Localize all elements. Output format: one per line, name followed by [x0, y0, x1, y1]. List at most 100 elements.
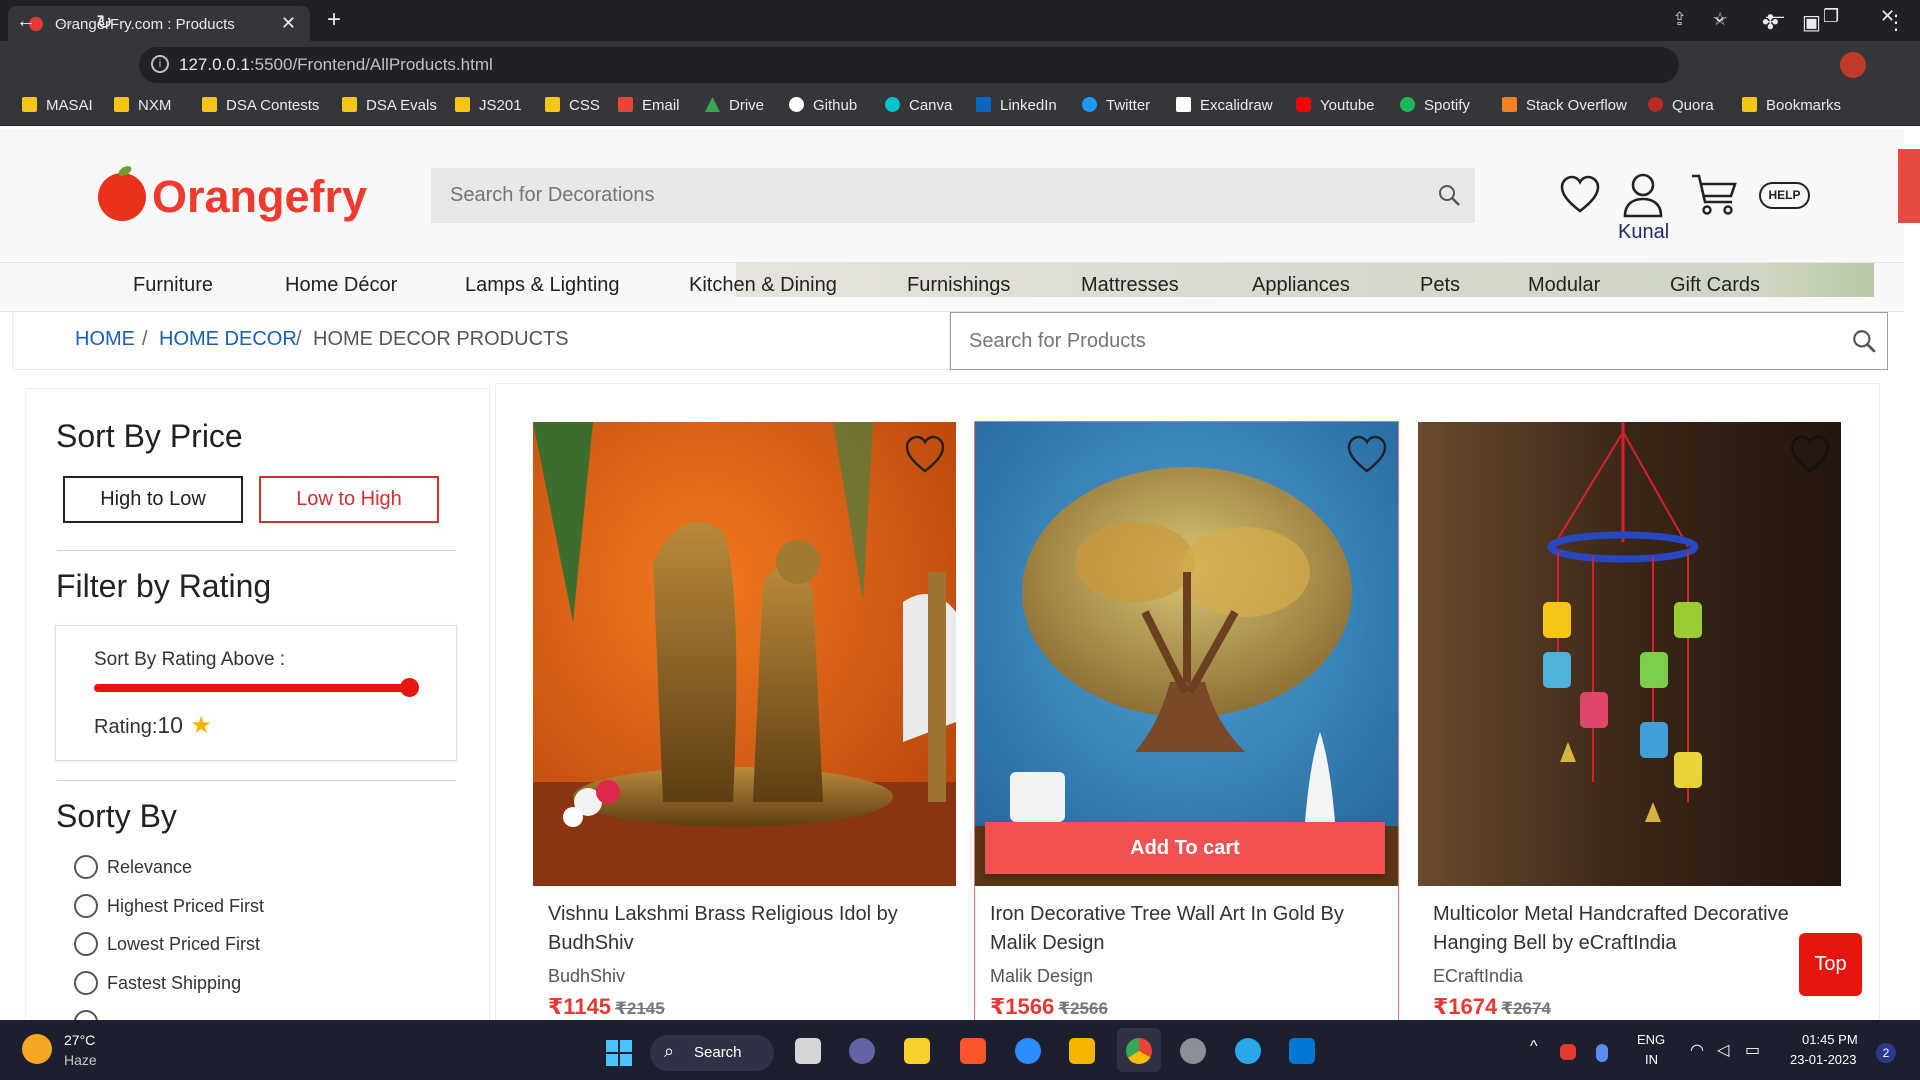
- rating-slider[interactable]: [94, 684, 411, 692]
- nav-furniture[interactable]: Furniture: [133, 274, 213, 297]
- battery-icon[interactable]: ▭: [1745, 1040, 1760, 1060]
- wishlist-heart-icon[interactable]: [1346, 434, 1388, 474]
- nav-home-decor[interactable]: Home Décor: [285, 274, 397, 297]
- bookmark-js201[interactable]: JS201: [455, 97, 522, 117]
- sort-option-fastest-shipping[interactable]: Fastest Shipping: [74, 971, 241, 997]
- product-card[interactable]: Iron Decorative Tree Wall Art In Gold By…: [974, 421, 1399, 1063]
- product-image[interactable]: [975, 422, 1398, 886]
- bookmark-dsa-contests[interactable]: DSA Contests: [202, 97, 319, 117]
- site-info-icon[interactable]: i: [151, 55, 169, 73]
- product-title[interactable]: Multicolor Metal Handcrafted Decorative …: [1433, 900, 1828, 958]
- new-tab-icon[interactable]: +: [327, 6, 341, 34]
- sort-option-highest-priced[interactable]: Highest Priced First: [74, 894, 264, 920]
- telegram-icon[interactable]: [1235, 1038, 1261, 1064]
- tray-app-icon[interactable]: [1560, 1044, 1576, 1060]
- radio-button[interactable]: [74, 894, 98, 918]
- add-to-cart-button[interactable]: Add To cart: [985, 822, 1385, 874]
- weather-icon[interactable]: [22, 1034, 52, 1064]
- nav-kitchen-dining[interactable]: Kitchen & Dining: [689, 274, 837, 297]
- bookmark-canva[interactable]: Canva: [885, 97, 952, 117]
- bookmark-twitter[interactable]: Twitter: [1082, 97, 1150, 117]
- orange-logo-icon[interactable]: [98, 173, 146, 221]
- breadcrumb-home[interactable]: HOME: [75, 328, 135, 351]
- rating-slider-thumb[interactable]: [400, 678, 419, 697]
- file-explorer-icon[interactable]: [1069, 1038, 1095, 1064]
- user-profile-icon[interactable]: [1622, 172, 1664, 218]
- bookmark-spotify[interactable]: Spotify: [1400, 97, 1470, 117]
- weather-condition[interactable]: Haze: [64, 1052, 97, 1068]
- bookmark-css[interactable]: CSS: [545, 97, 600, 117]
- sort-option-relevance[interactable]: Relevance: [74, 855, 192, 881]
- nav-appliances[interactable]: Appliances: [1252, 274, 1350, 297]
- high-to-low-button[interactable]: High to Low: [63, 476, 243, 523]
- vscode-icon[interactable]: [1289, 1038, 1315, 1064]
- wifi-icon[interactable]: ◠: [1690, 1040, 1704, 1060]
- nav-lamps-lighting[interactable]: Lamps & Lighting: [465, 274, 620, 297]
- profile-avatar[interactable]: [1840, 52, 1866, 78]
- bookmark-email[interactable]: Email: [618, 97, 680, 117]
- microphone-icon[interactable]: [1596, 1044, 1608, 1062]
- bookmark-stackoverflow[interactable]: Stack Overflow: [1502, 97, 1627, 117]
- bookmark-dsa-evals[interactable]: DSA Evals: [342, 97, 437, 117]
- region-code[interactable]: IN: [1645, 1052, 1658, 1067]
- product-card[interactable]: Multicolor Metal Handcrafted Decorative …: [1418, 422, 1841, 1062]
- zoom-icon[interactable]: [1015, 1038, 1041, 1064]
- clock-date[interactable]: 23-01-2023: [1790, 1052, 1857, 1067]
- back-icon[interactable]: ←: [16, 10, 36, 33]
- back-to-top-button[interactable]: Top: [1799, 933, 1862, 996]
- product-card[interactable]: Vishnu Lakshmi Brass Religious Idol by B…: [533, 422, 956, 1062]
- tray-overflow-icon[interactable]: ^: [1530, 1038, 1538, 1056]
- menu-icon[interactable]: ⋮: [1886, 10, 1906, 35]
- nav-modular[interactable]: Modular: [1528, 274, 1600, 297]
- bookmark-youtube[interactable]: Youtube: [1296, 97, 1375, 117]
- site-logo[interactable]: Orangefry: [152, 171, 367, 223]
- search-icon[interactable]: [1851, 328, 1877, 354]
- product-title[interactable]: Iron Decorative Tree Wall Art In Gold By…: [990, 900, 1385, 958]
- nav-pets[interactable]: Pets: [1420, 274, 1460, 297]
- main-search-input[interactable]: [431, 168, 1411, 223]
- windows-start-icon[interactable]: [605, 1039, 633, 1067]
- help-button[interactable]: HELP: [1759, 182, 1810, 209]
- language-code[interactable]: ENG: [1637, 1032, 1665, 1047]
- side-panel-icon[interactable]: ▣: [1802, 10, 1821, 35]
- sort-option-lowest-priced[interactable]: Lowest Priced First: [74, 932, 260, 958]
- search-icon[interactable]: [1437, 183, 1461, 207]
- bookmark-drive[interactable]: Drive: [705, 97, 764, 117]
- bookmark-quora[interactable]: Quora: [1648, 97, 1714, 117]
- forward-icon[interactable]: →: [56, 10, 76, 33]
- bookmark-nxm[interactable]: NXM: [114, 97, 171, 117]
- bookmark-star-icon[interactable]: ☆: [1712, 9, 1728, 30]
- breadcrumb-home-decor[interactable]: HOME DECOR: [159, 328, 297, 351]
- brave-browser-icon[interactable]: [960, 1038, 986, 1064]
- address-bar[interactable]: i 127.0.0.1:5500/Frontend/AllProducts.ht…: [139, 47, 1679, 83]
- radio-button[interactable]: [74, 855, 98, 879]
- user-name-label[interactable]: Kunal: [1618, 221, 1669, 244]
- low-to-high-button[interactable]: Low to High: [259, 476, 439, 523]
- bookmark-excalidraw[interactable]: Excalidraw: [1176, 97, 1273, 117]
- chrome-icon[interactable]: [1126, 1038, 1152, 1064]
- radio-button[interactable]: [74, 932, 98, 956]
- product-title[interactable]: Vishnu Lakshmi Brass Religious Idol by B…: [548, 900, 943, 958]
- bookmark-folder[interactable]: Bookmarks: [1742, 97, 1841, 117]
- taskbar-search[interactable]: ⌕ Search: [650, 1035, 774, 1071]
- settings-gear-icon[interactable]: [1180, 1038, 1206, 1064]
- close-tab-icon[interactable]: ✕: [281, 13, 296, 34]
- clock-time[interactable]: 01:45 PM: [1802, 1032, 1858, 1047]
- radio-button[interactable]: [74, 971, 98, 995]
- volume-icon[interactable]: ◁: [1717, 1040, 1729, 1060]
- product-image[interactable]: [533, 422, 956, 886]
- task-view-icon[interactable]: [795, 1038, 821, 1064]
- bookmark-github[interactable]: Github: [789, 97, 857, 117]
- weather-temperature[interactable]: 27°C: [64, 1032, 95, 1048]
- restore-icon[interactable]: ❐: [1823, 6, 1839, 27]
- product-search-input[interactable]: [951, 313, 1831, 369]
- cart-icon[interactable]: [1690, 172, 1738, 218]
- browser-tab[interactable]: OrangerFry.com : Products ✕: [8, 6, 310, 41]
- sticky-notes-icon[interactable]: [904, 1038, 930, 1064]
- wishlist-heart-icon[interactable]: [1559, 174, 1601, 214]
- teams-icon[interactable]: [849, 1038, 875, 1064]
- bookmark-masai[interactable]: MASAI: [22, 97, 93, 117]
- page-scrollbar[interactable]: [1898, 149, 1920, 223]
- wishlist-heart-icon[interactable]: [1789, 434, 1831, 474]
- share-icon[interactable]: ⇪: [1672, 9, 1687, 30]
